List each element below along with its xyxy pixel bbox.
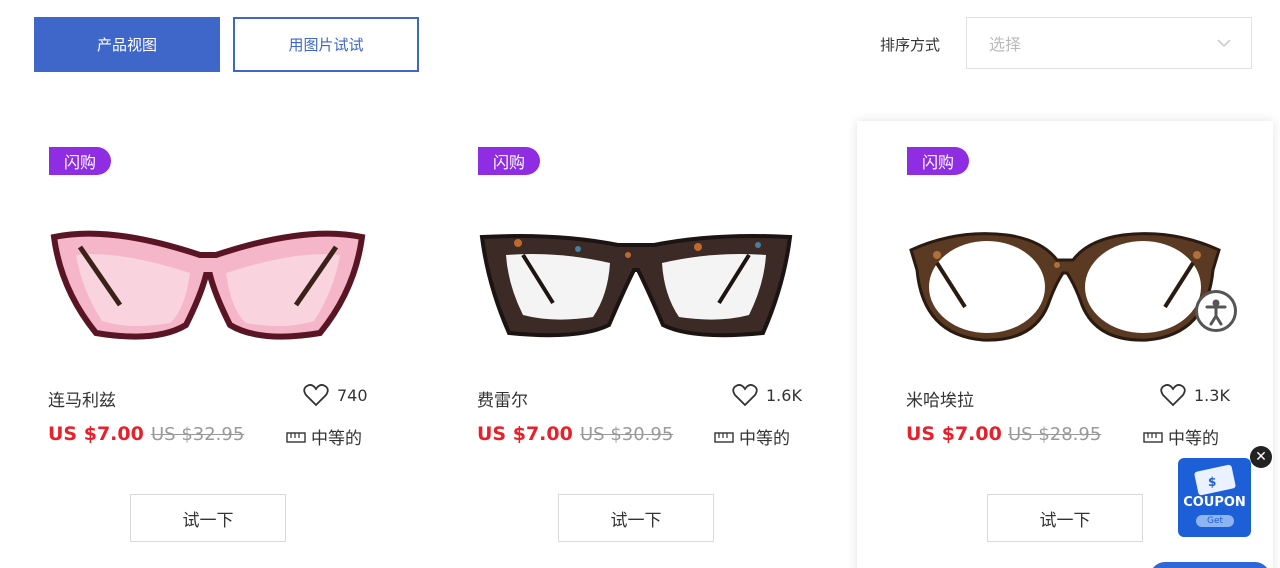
heart-icon[interactable] [1160, 383, 1186, 407]
frame-size: 中等的 [714, 424, 790, 449]
try-on-button[interactable]: 试一下 [987, 494, 1143, 542]
sort-label: 排序方式 [880, 36, 941, 54]
product-image[interactable] [478, 215, 794, 355]
product-image[interactable] [50, 215, 366, 355]
frame-size-label: 中等的 [739, 429, 790, 449]
sale-price: US $7.00 [477, 423, 573, 445]
chevron-down-icon [1217, 39, 1231, 48]
ruler-icon [714, 431, 734, 443]
product-image[interactable] [907, 215, 1223, 355]
product-name[interactable]: 费雷尔 [477, 386, 528, 411]
heart-icon[interactable] [303, 383, 329, 407]
flash-sale-badge: 闪购 [907, 147, 969, 175]
sale-price: US $7.00 [906, 423, 1002, 445]
likes-count: 1.3K [1194, 385, 1230, 405]
likes-count: 1.6K [766, 385, 802, 405]
accessibility-icon[interactable] [1195, 290, 1237, 332]
likes-count: 740 [337, 385, 368, 405]
flash-sale-badge: 闪购 [478, 147, 540, 175]
coupon-label: COUPON [1183, 495, 1246, 510]
flash-sale-badge: 闪购 [49, 147, 111, 175]
frame-size-label: 中等的 [311, 429, 362, 449]
product-name[interactable]: 连马利兹 [48, 386, 116, 411]
svg-text:$: $ [1208, 475, 1216, 489]
sort-select[interactable]: 选择 [966, 17, 1252, 69]
try-with-photo-button[interactable]: 用图片试试 [233, 17, 419, 72]
product-name[interactable]: 米哈埃拉 [906, 386, 974, 411]
frame-size-label: 中等的 [1168, 429, 1219, 449]
frame-size: 中等的 [1143, 424, 1219, 449]
ruler-icon [1143, 431, 1163, 443]
coupon-widget[interactable]: $ COUPON Get [1178, 458, 1251, 537]
ruler-icon [286, 431, 306, 443]
original-price: US $28.95 [1008, 424, 1102, 445]
heart-icon[interactable] [732, 383, 758, 407]
frame-size: 中等的 [286, 424, 362, 449]
original-price: US $32.95 [151, 424, 245, 445]
product-view-button[interactable]: 产品视图 [34, 17, 220, 72]
likes[interactable]: 1.6K [732, 383, 802, 407]
sort-placeholder: 选择 [989, 35, 1022, 54]
coupon-get-button[interactable]: Get [1196, 515, 1234, 527]
close-icon[interactable]: ✕ [1250, 446, 1272, 468]
chat-widget[interactable] [1150, 562, 1270, 568]
sale-price: US $7.00 [48, 423, 144, 445]
likes[interactable]: 1.3K [1160, 383, 1230, 407]
try-on-button[interactable]: 试一下 [130, 494, 286, 542]
try-on-button[interactable]: 试一下 [558, 494, 714, 542]
likes[interactable]: 740 [303, 383, 368, 407]
original-price: US $30.95 [580, 424, 674, 445]
coupon-ticket-icon: $ [1194, 464, 1236, 496]
